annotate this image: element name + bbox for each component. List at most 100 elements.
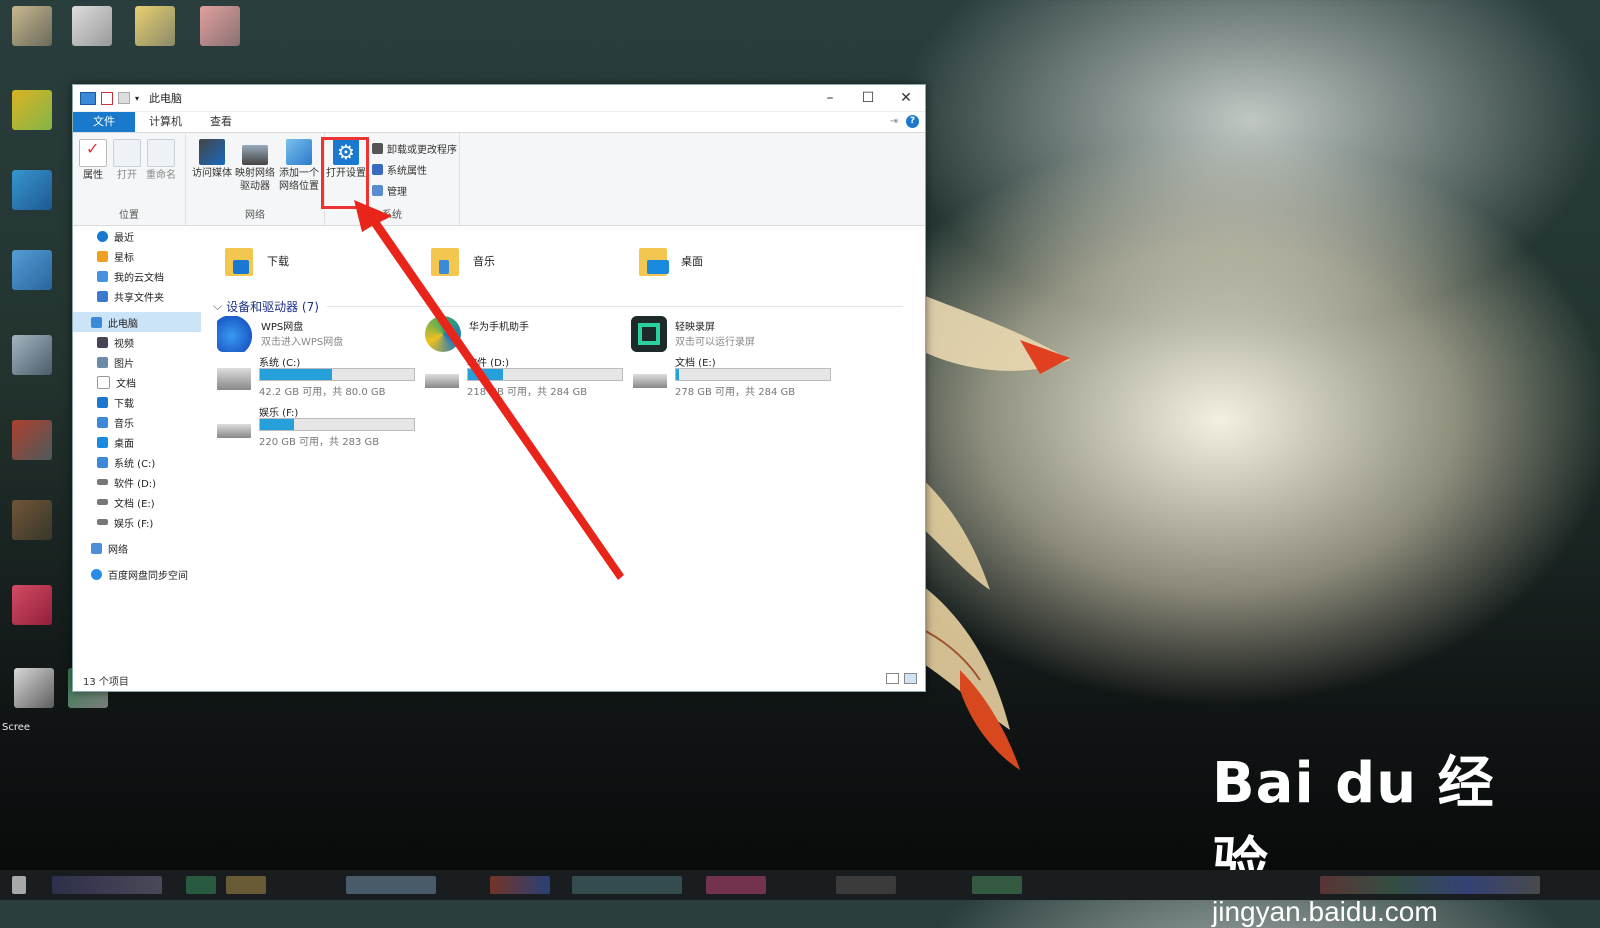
- details-view-icon[interactable]: [886, 673, 899, 684]
- close-button[interactable]: ✕: [887, 85, 925, 111]
- help-icon[interactable]: ?: [906, 115, 919, 128]
- computer-icon: [80, 91, 96, 105]
- file-explorer-window: ▾ 此电脑 – ☐ ✕ 文件 计算机 查看 ⇥ ? ✓ 属性 打开 重命名 位置…: [72, 84, 926, 692]
- desktop-icon-label: Scree: [2, 722, 31, 733]
- taskbar-app[interactable]: [572, 876, 682, 894]
- nav-item-drive-e[interactable]: 文档 (E:): [73, 492, 201, 512]
- navigation-pane: 最近 星标 我的云文档 共享文件夹 此电脑 视频 图片 文档 下载 音乐 桌面 …: [73, 226, 201, 666]
- nav-item-recent[interactable]: 最近: [73, 226, 201, 246]
- desktop-icon[interactable]: [135, 6, 175, 46]
- taskbar-app[interactable]: [706, 876, 766, 894]
- desktop-icon[interactable]: [72, 6, 112, 46]
- network-group: 访问媒体 映射网络驱动器 添加一个网络位置 网络: [186, 133, 325, 225]
- nav-item-this-pc[interactable]: 此电脑: [73, 312, 201, 332]
- screen-recorder-item[interactable]: 轻映录屏 双击可以运行录屏: [631, 314, 831, 354]
- nav-item-desktop[interactable]: 桌面: [73, 432, 201, 452]
- nav-item-pictures[interactable]: 图片: [73, 352, 201, 372]
- manage-button[interactable]: 管理: [372, 183, 407, 198]
- nav-item-baidu-sync[interactable]: 百度网盘同步空间: [73, 564, 201, 584]
- window-controls: – ☐ ✕: [811, 85, 925, 111]
- nav-item-music[interactable]: 音乐: [73, 412, 201, 432]
- taskbar-app[interactable]: [186, 876, 216, 894]
- nav-item-shared-folder[interactable]: 共享文件夹: [73, 286, 201, 306]
- desktop-icon[interactable]: [12, 90, 52, 130]
- manage-label: 管理: [387, 187, 407, 198]
- app-subtitle: 双击可以运行录屏: [675, 337, 755, 348]
- folder-desktop[interactable]: 桌面: [637, 244, 703, 278]
- nav-item-cloud-docs[interactable]: 我的云文档: [73, 266, 201, 286]
- wps-cloud-item[interactable]: WPS网盘 双击进入WPS网盘: [217, 314, 417, 354]
- star-icon: [97, 250, 108, 262]
- nav-label: 桌面: [114, 438, 134, 450]
- taskbar-app[interactable]: [836, 876, 896, 894]
- nav-label: 此电脑: [108, 318, 138, 330]
- properties-label: 属性: [83, 170, 103, 181]
- nav-item-videos[interactable]: 视频: [73, 332, 201, 352]
- drive-name: 文档 (E:): [675, 358, 716, 369]
- huawei-assistant-item[interactable]: 华为手机助手: [425, 314, 625, 354]
- access-media-button[interactable]: 访问媒体: [190, 139, 234, 180]
- pin-ribbon-icon[interactable]: ⇥: [890, 116, 898, 127]
- nav-item-drive-f[interactable]: 娱乐 (F:): [73, 512, 201, 532]
- devices-section-header[interactable]: ⌵ 设备和驱动器 (7): [213, 298, 903, 315]
- desktop-icon[interactable]: [12, 6, 52, 46]
- folder-label: 桌面: [681, 255, 703, 268]
- windows-drive-icon: [97, 456, 108, 468]
- drive-d-item[interactable]: 软件 (D:) 218 GB 可用，共 284 GB: [425, 354, 625, 398]
- drive-f-item[interactable]: 娱乐 (F:) 220 GB 可用，共 283 GB: [217, 404, 417, 448]
- minimize-button[interactable]: –: [811, 85, 849, 111]
- desktop-icon[interactable]: [12, 500, 52, 540]
- desktop-icon[interactable]: [14, 668, 54, 708]
- network-icon: [91, 542, 102, 554]
- taskbar-app[interactable]: [490, 876, 550, 894]
- taskbar: [0, 870, 1600, 900]
- system-tray[interactable]: [1320, 876, 1540, 894]
- nav-item-drive-d[interactable]: 软件 (D:): [73, 472, 201, 492]
- tab-view[interactable]: 查看: [196, 112, 246, 132]
- new-folder-quick-icon[interactable]: [118, 92, 130, 104]
- drive-name: 软件 (D:): [467, 358, 510, 369]
- taskbar-app[interactable]: [346, 876, 436, 894]
- drive-icon: [217, 424, 251, 438]
- tab-computer[interactable]: 计算机: [135, 112, 196, 132]
- nav-label: 文档: [116, 378, 136, 390]
- uninstall-programs-button[interactable]: 卸载或更改程序: [372, 141, 457, 156]
- taskbar-app[interactable]: [226, 876, 266, 894]
- drive-usage-bar: [675, 368, 831, 381]
- desktop-icon[interactable]: [12, 250, 52, 290]
- folder-downloads[interactable]: 下载: [223, 244, 289, 278]
- status-bar: 13 个项目: [73, 669, 925, 691]
- desktop-icon[interactable]: [200, 6, 240, 46]
- customize-dropdown-icon[interactable]: ▾: [135, 94, 139, 103]
- system-properties-button[interactable]: 系统属性: [372, 162, 427, 177]
- item-count: 13 个项目: [83, 677, 129, 688]
- video-icon: [97, 336, 108, 348]
- start-button[interactable]: [12, 876, 26, 894]
- taskbar-app[interactable]: [972, 876, 1022, 894]
- folder-music[interactable]: 音乐: [429, 244, 495, 278]
- desktop-icon[interactable]: [12, 420, 52, 460]
- nav-item-starred[interactable]: 星标: [73, 246, 201, 266]
- map-network-drive-button[interactable]: 映射网络驱动器: [232, 139, 278, 193]
- nav-item-downloads[interactable]: 下载: [73, 392, 201, 412]
- maximize-button[interactable]: ☐: [849, 85, 887, 111]
- add-network-location-button[interactable]: 添加一个网络位置: [276, 139, 322, 193]
- properties-quick-icon[interactable]: [101, 91, 113, 105]
- nav-item-drive-c[interactable]: 系统 (C:): [73, 452, 201, 472]
- rename-button[interactable]: 重命名: [141, 139, 181, 182]
- desktop-icon[interactable]: [12, 335, 52, 375]
- nav-item-network[interactable]: 网络: [73, 538, 201, 558]
- drive-c-item[interactable]: 系统 (C:) 42.2 GB 可用，共 80.0 GB: [217, 354, 417, 398]
- section-title: 设备和驱动器 (7): [226, 300, 319, 314]
- drive-e-item[interactable]: 文档 (E:) 278 GB 可用，共 284 GB: [633, 354, 833, 398]
- drive-name: 娱乐 (F:): [259, 408, 299, 419]
- large-icons-view-icon[interactable]: [904, 673, 917, 684]
- share-icon: [97, 290, 108, 302]
- desktop-icon[interactable]: [12, 585, 52, 625]
- content-pane: 下载 音乐 桌面 ⌵ 设备和驱动器 (7) WPS网盘 双击进入WPS网盘 华为…: [207, 226, 925, 666]
- tab-file[interactable]: 文件: [73, 112, 135, 132]
- taskbar-app[interactable]: [52, 876, 162, 894]
- nav-item-documents[interactable]: 文档: [73, 372, 201, 392]
- nav-label: 星标: [114, 252, 134, 264]
- desktop-icon[interactable]: [12, 170, 52, 210]
